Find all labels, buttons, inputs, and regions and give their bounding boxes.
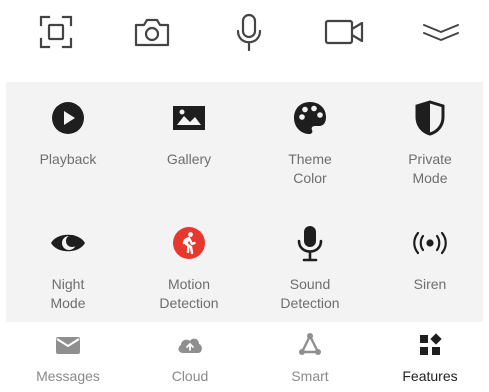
- screenshot-icon: [39, 15, 73, 49]
- video-icon: [324, 19, 364, 45]
- feature-gallery[interactable]: Gallery: [139, 98, 239, 169]
- feature-label: Playback: [39, 151, 97, 167]
- feature-label: Private Mode: [408, 151, 452, 186]
- tab-label: Messages: [36, 368, 100, 384]
- talk-button[interactable]: [227, 12, 271, 52]
- play-circle-icon: [48, 98, 88, 138]
- feature-theme-color[interactable]: Theme Color: [260, 98, 360, 188]
- screenshot-button[interactable]: [34, 12, 78, 52]
- feature-siren[interactable]: Siren: [380, 223, 480, 294]
- collapse-button[interactable]: [419, 12, 463, 52]
- snapshot-button[interactable]: [130, 12, 174, 52]
- feature-playback[interactable]: Playback: [18, 98, 118, 169]
- tab-label: Cloud: [171, 368, 209, 384]
- image-icon: [169, 98, 209, 138]
- feature-label: Sound Detection: [280, 276, 340, 311]
- shield-icon: [410, 98, 450, 138]
- feature-label: Theme Color: [288, 151, 332, 186]
- feature-motion-detection[interactable]: Motion Detection: [139, 223, 239, 313]
- moon-eye-icon: [48, 223, 88, 263]
- tab-label: Features: [402, 368, 458, 384]
- message-icon: [53, 330, 83, 360]
- grid-icon: [415, 330, 445, 360]
- feature-label: Siren: [413, 276, 447, 292]
- feature-label: Motion Detection: [159, 276, 219, 311]
- feature-sound-detection[interactable]: Sound Detection: [260, 223, 360, 313]
- bottom-tab-bar: Messages Cloud Smart Features: [0, 322, 489, 392]
- collapse-icon: [423, 24, 459, 41]
- tab-messages[interactable]: Messages: [18, 330, 118, 384]
- record-button[interactable]: [322, 12, 366, 52]
- features-panel: Playback Gallery Theme Color Private Mod…: [6, 82, 483, 322]
- tab-cloud[interactable]: Cloud: [140, 330, 240, 384]
- palette-icon: [290, 98, 330, 138]
- camera-icon: [134, 18, 170, 47]
- tab-features[interactable]: Features: [380, 330, 480, 384]
- smart-icon: [295, 330, 325, 360]
- feature-label: Night Mode: [50, 276, 86, 311]
- walking-person-icon: [169, 223, 209, 263]
- feature-label: Gallery: [166, 151, 212, 167]
- camera-toolbar: [0, 0, 489, 74]
- cloud-icon: [175, 330, 205, 360]
- tab-label: Smart: [291, 368, 329, 384]
- feature-night-mode[interactable]: Night Mode: [18, 223, 118, 313]
- microphone-icon: [290, 223, 330, 263]
- tab-smart[interactable]: Smart: [260, 330, 360, 384]
- feature-private-mode[interactable]: Private Mode: [380, 98, 480, 188]
- microphone-icon: [236, 13, 262, 52]
- siren-icon: [410, 223, 450, 263]
